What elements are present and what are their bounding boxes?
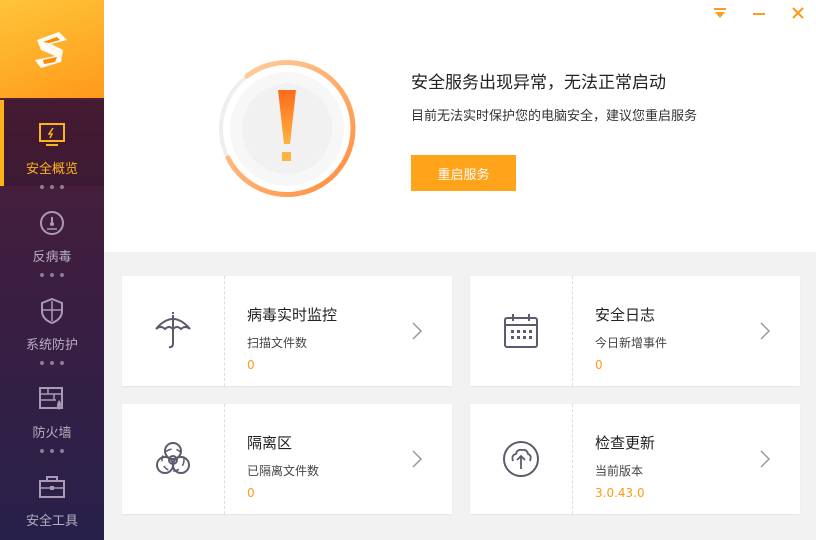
card-divider <box>572 404 573 514</box>
chevron-right-icon[interactable] <box>410 448 424 470</box>
sidebar-item-security-overview[interactable]: 安全概览 <box>0 100 104 186</box>
sidebar-item-system-protection[interactable]: 系统防护 <box>0 276 104 362</box>
sidebar: 安全概览 反病毒 系统防护 防火墙 安全工具 <box>0 0 104 540</box>
chevron-right-icon[interactable] <box>758 320 772 342</box>
gauge-icon <box>37 208 67 238</box>
sidebar-item-security-tools[interactable]: 安全工具 <box>0 452 104 538</box>
card-title: 隔离区 <box>247 434 293 452</box>
close-icon[interactable] <box>789 4 807 22</box>
card-subtitle: 已隔离文件数 <box>247 464 320 478</box>
card-realtime-monitor[interactable]: 病毒实时监控 扫描文件数 0 <box>122 276 452 386</box>
alert-indicator <box>216 58 358 200</box>
chevron-right-icon[interactable] <box>758 448 772 470</box>
card-value: 0 <box>247 486 255 500</box>
alert-panel: 安全服务出现异常，无法正常启动 目前无法实时保护您的电脑安全，建议您重启服务 重… <box>104 0 816 252</box>
calendar-icon <box>470 276 572 386</box>
card-value: 0 <box>595 358 603 372</box>
biohazard-icon <box>122 404 224 514</box>
sidebar-item-label: 系统防护 <box>25 338 78 353</box>
card-title: 病毒实时监控 <box>247 306 338 324</box>
monitor-icon <box>37 120 67 150</box>
card-value: 0 <box>247 358 255 372</box>
alert-subtitle: 目前无法实时保护您的电脑安全，建议您重启服务 <box>411 109 698 124</box>
sidebar-item-label: 安全概览 <box>25 162 78 177</box>
exclamation-icon <box>219 60 356 197</box>
sidebar-item-antivirus[interactable]: 反病毒 <box>0 188 104 274</box>
card-divider <box>224 276 225 386</box>
firewall-icon <box>37 384 67 414</box>
toolbox-icon <box>37 472 67 502</box>
alert-title: 安全服务出现异常，无法正常启动 <box>411 73 666 93</box>
sidebar-item-label: 反病毒 <box>32 250 72 265</box>
restart-service-button[interactable]: 重启服务 <box>411 155 516 191</box>
card-subtitle: 今日新增事件 <box>595 336 668 350</box>
card-subtitle: 当前版本 <box>595 464 644 478</box>
card-subtitle: 扫描文件数 <box>247 336 308 350</box>
card-check-update[interactable]: 检查更新 当前版本 3.0.43.0 <box>470 404 800 514</box>
sidebar-item-label: 安全工具 <box>25 514 78 529</box>
sidebar-item-firewall[interactable]: 防火墙 <box>0 364 104 450</box>
shield-icon <box>37 296 67 326</box>
card-quarantine[interactable]: 隔离区 已隔离文件数 0 <box>122 404 452 514</box>
dropdown-menu-icon[interactable] <box>711 4 729 22</box>
card-title: 安全日志 <box>595 306 656 324</box>
upload-cloud-icon <box>470 404 572 514</box>
chevron-right-icon[interactable] <box>410 320 424 342</box>
sidebar-item-label: 防火墙 <box>32 426 72 441</box>
app-logo-icon <box>35 32 67 68</box>
card-divider <box>572 276 573 386</box>
card-value: 3.0.43.0 <box>595 486 645 500</box>
umbrella-icon <box>122 276 224 386</box>
card-divider <box>224 404 225 514</box>
minimize-icon[interactable] <box>750 4 768 22</box>
logo-area <box>0 0 104 98</box>
card-title: 检查更新 <box>595 434 656 452</box>
card-security-log[interactable]: 安全日志 今日新增事件 0 <box>470 276 800 386</box>
